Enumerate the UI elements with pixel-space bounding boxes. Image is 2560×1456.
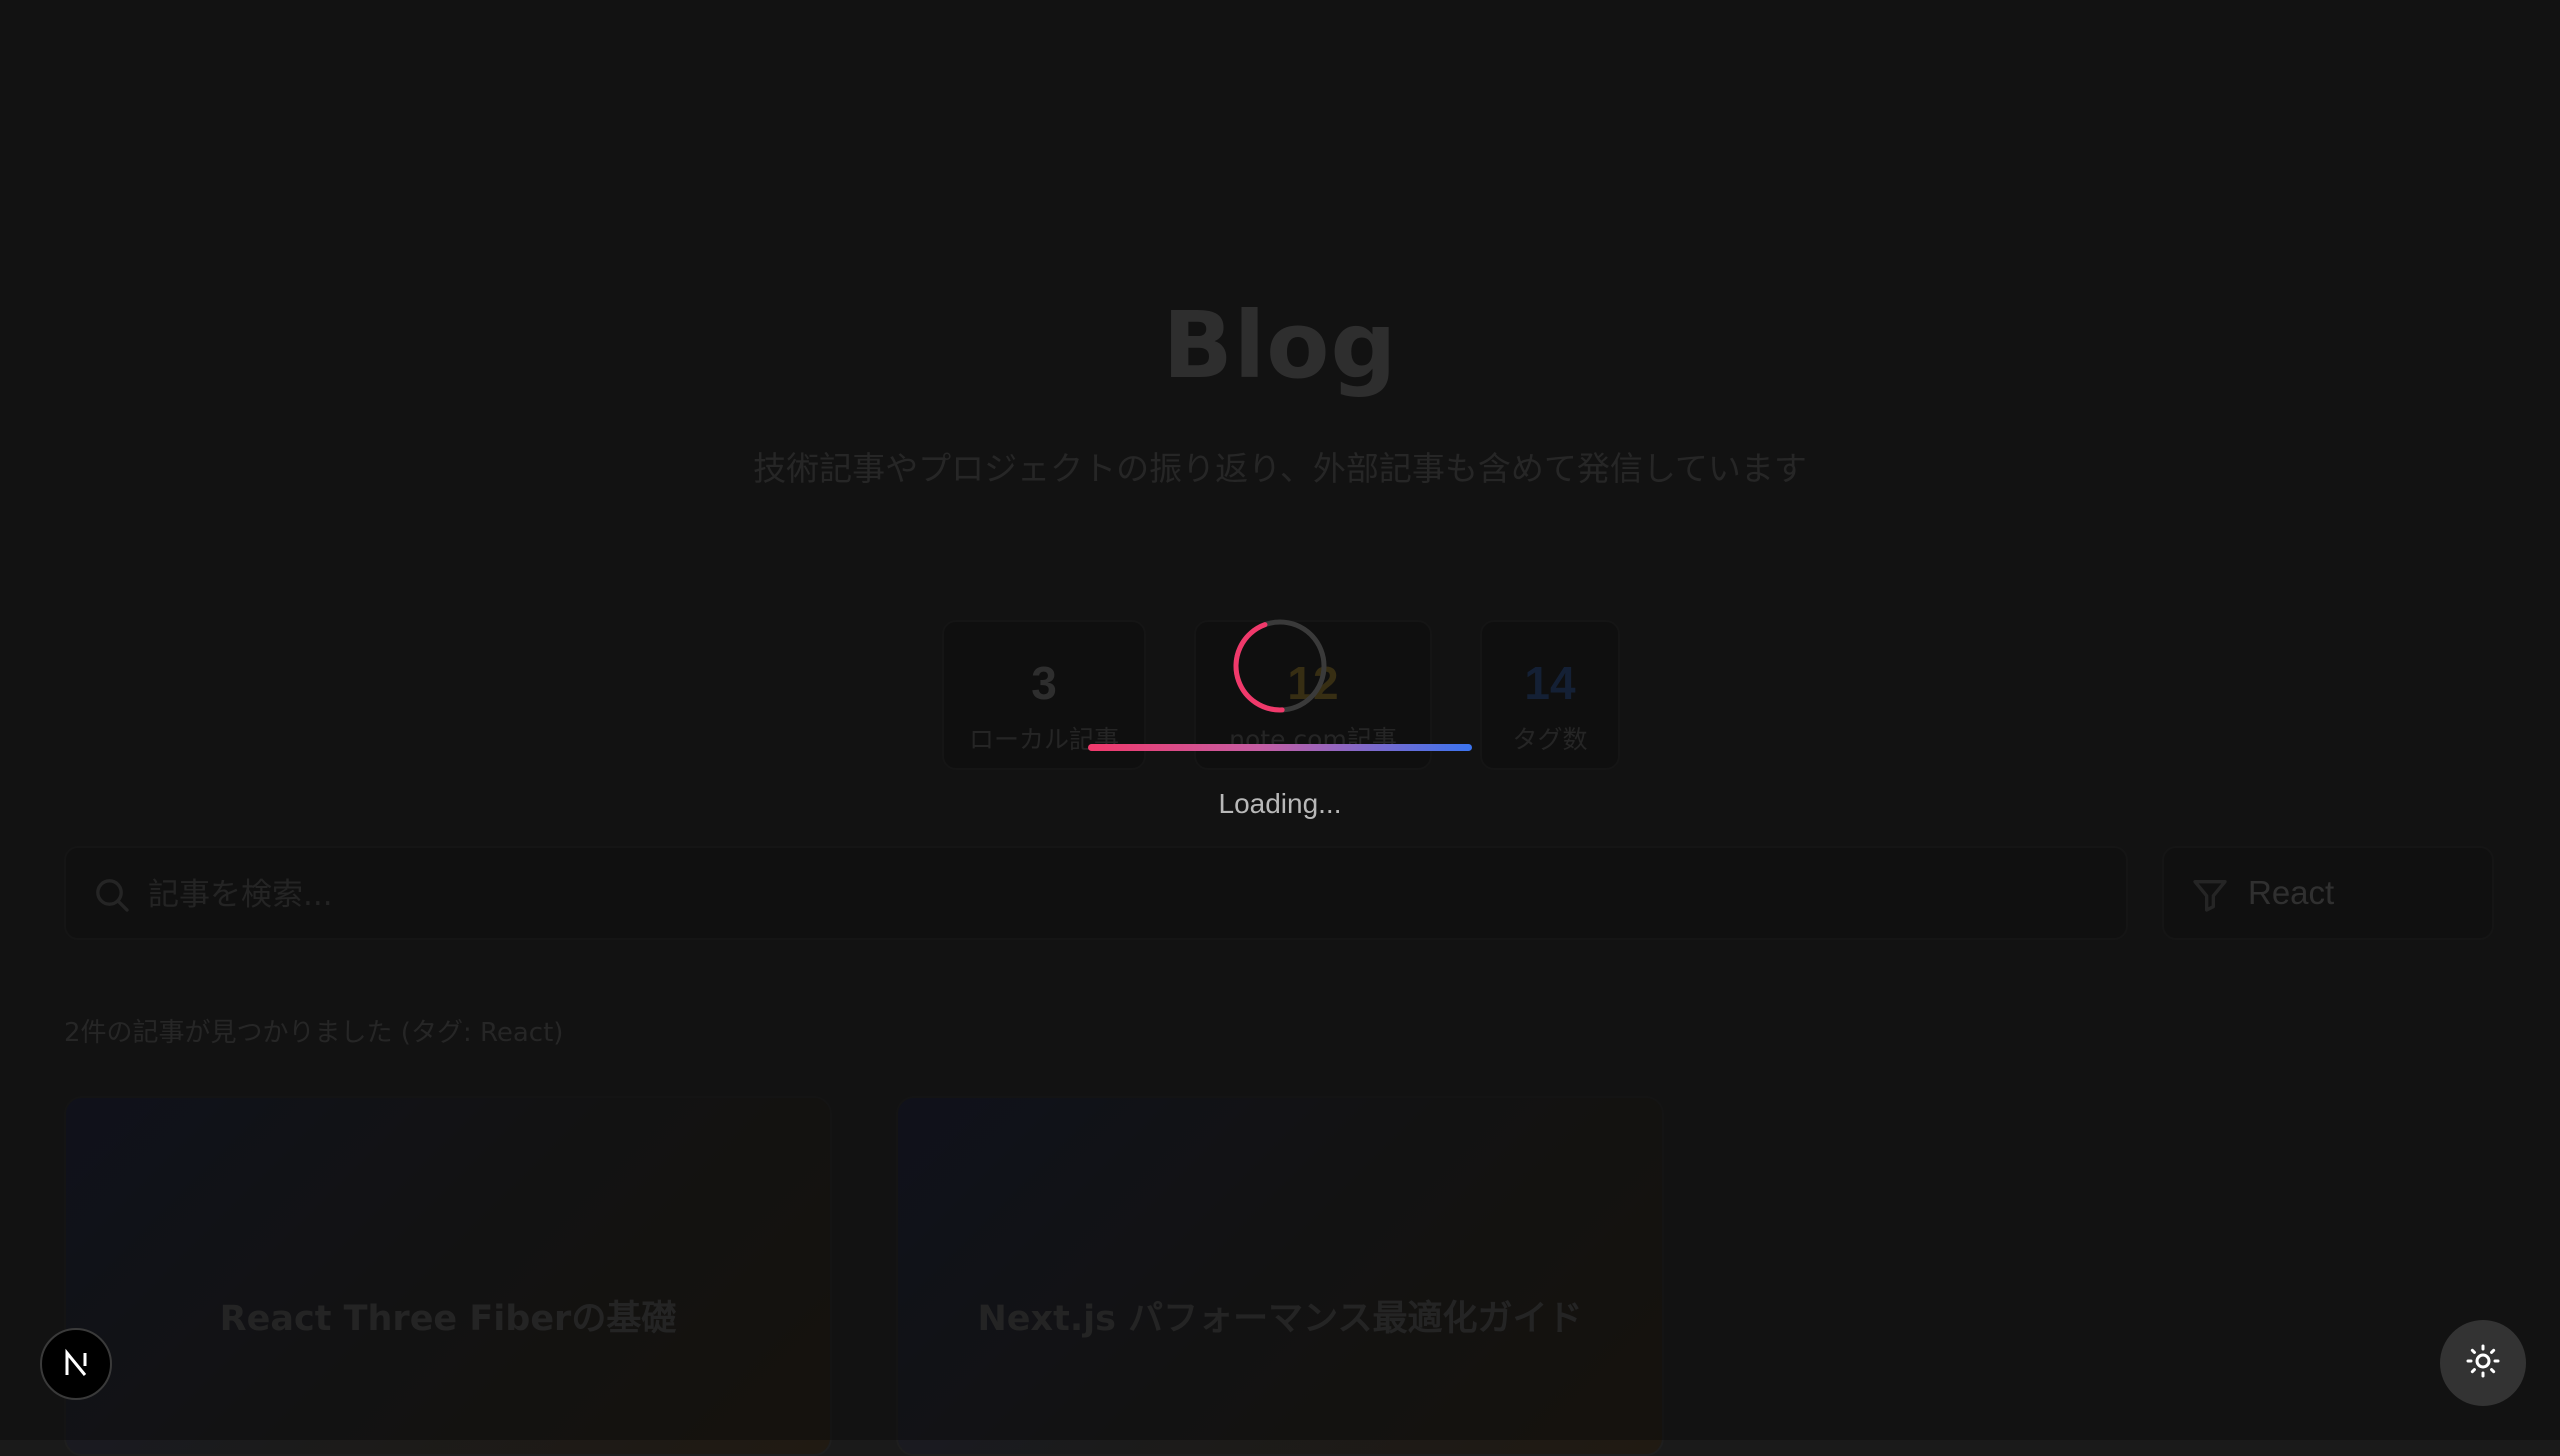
blog-page: Blog 技術記事やプロジェクトの振り返り、外部記事も含めて発信しています 3 … <box>0 0 2560 1456</box>
loading-progress-bar <box>1088 744 1472 751</box>
nextjs-logo-icon[interactable] <box>40 1328 112 1400</box>
loading-text: Loading... <box>1218 788 1342 819</box>
loading-overlay <box>0 0 2560 1440</box>
loading-spinner-icon <box>1230 616 1330 720</box>
sun-icon <box>2465 1343 2501 1383</box>
theme-toggle-button[interactable] <box>2440 1320 2526 1406</box>
